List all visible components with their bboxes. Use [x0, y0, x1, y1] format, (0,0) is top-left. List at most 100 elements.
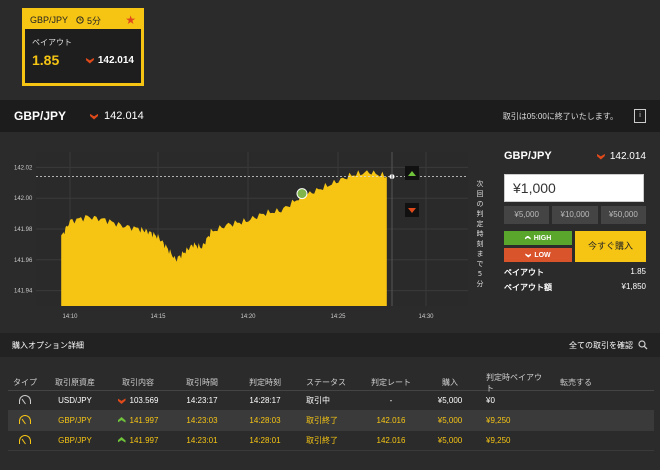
options-header: 購入オプション詳細 全ての取引を確認	[0, 333, 660, 357]
asset-pair-title: GBP/JPY	[14, 109, 67, 123]
row-status: 取引中	[306, 396, 330, 405]
row-payout: ¥9,250	[486, 436, 511, 445]
high-label: HIGH	[533, 234, 552, 242]
card-body: ペイアウト 1.85 142.014	[25, 29, 141, 68]
column-header: 転売する	[560, 378, 592, 387]
amount-input[interactable]: ¥1,000	[504, 174, 644, 202]
down-arrow-icon	[85, 57, 94, 64]
order-panel: GBP/JPY 142.014 ¥1,000 ¥5,000 ¥10,000 ¥5…	[504, 150, 646, 293]
column-header: 判定時刻	[249, 378, 281, 387]
quick-amount-button[interactable]: ¥50,000	[600, 206, 646, 224]
row-asset: GBP/JPY	[58, 436, 92, 445]
gauge-icon	[19, 395, 31, 404]
countdown-label-char: の	[477, 200, 484, 208]
column-header: 取引内容	[122, 378, 154, 387]
order-pair: GBP/JPY	[504, 150, 552, 162]
x-tick-label: 14:15	[150, 314, 166, 320]
column-header: 取引時間	[186, 378, 218, 387]
row-direction: 141.997	[108, 416, 168, 425]
info-doc-icon[interactable]: i	[634, 109, 646, 123]
row-time: 14:23:01	[186, 436, 218, 445]
card-payout-value: 1.85	[32, 52, 60, 68]
up-arrow-icon	[117, 437, 126, 443]
x-tick-label: 14:10	[62, 314, 78, 320]
row-expiry: 14:28:01	[249, 436, 281, 445]
high-button[interactable]: HIGH	[504, 231, 572, 245]
order-rate: 142.014	[596, 150, 646, 162]
column-header: 購入	[442, 378, 458, 387]
trading-screen: GBP/JPY 5分 ★ ペイアウト 1.85 142.014 GBP/JPY …	[0, 0, 660, 470]
column-header: 取引原資産	[55, 378, 95, 387]
row-direction: 103.569	[108, 396, 168, 405]
countdown-label-char: 刻	[477, 239, 484, 248]
options-title: 購入オプション詳細	[12, 340, 84, 350]
up-arrow-icon	[524, 235, 531, 240]
column-header: 判定レート	[371, 378, 411, 387]
row-close-rate: -	[389, 396, 393, 405]
gauge-icon	[19, 435, 31, 444]
card-duration-label: 5分	[87, 15, 102, 26]
row-direction: 141.997	[108, 436, 168, 445]
countdown-label-char: 回	[477, 190, 484, 198]
payout-amount-row: ペイアウト額 ¥1,850	[504, 282, 646, 293]
down-arrow-icon	[90, 113, 99, 120]
search-icon	[638, 340, 648, 350]
low-button[interactable]: LOW	[504, 248, 572, 262]
y-tick-label: 141.96	[14, 258, 33, 264]
column-header: タイプ	[13, 378, 37, 387]
quick-amount-button[interactable]: ¥10,000	[552, 206, 598, 224]
row-expiry: 14:28:03	[249, 416, 281, 425]
row-buy: ¥5,000	[437, 416, 463, 425]
card-pair: GBP/JPY	[30, 15, 69, 25]
star-icon[interactable]: ★	[125, 13, 136, 27]
down-arrow-icon	[525, 253, 532, 258]
trades-table: タイプ 取引原資産 取引内容 取引時間 判定時刻 ステータス 判定レート 購入 …	[8, 373, 654, 451]
row-payout: ¥0	[486, 396, 495, 405]
gauge-icon	[19, 415, 31, 424]
table-row[interactable]: GBP/JPY 141.997 14:23:03 14:28:03 取引終了 1…	[8, 411, 654, 431]
y-tick-label: 142.02	[14, 165, 33, 171]
countdown-label-char: 定	[477, 219, 484, 228]
countdown-label-char: 分	[477, 279, 484, 288]
card-rate: 142.014	[85, 55, 134, 66]
x-tick-label: 14:20	[240, 314, 256, 320]
countdown-label-char: 時	[477, 230, 484, 238]
table-row[interactable]: GBP/JPY 141.997 14:23:01 14:28:01 取引終了 1…	[8, 431, 654, 451]
view-all-trades-link[interactable]: 全ての取引を確認	[569, 340, 648, 351]
x-tick-label: 14:25	[330, 314, 346, 320]
row-close-rate: 142.016	[376, 416, 406, 425]
row-rate: 103.569	[129, 396, 159, 405]
asset-rate: 142.014	[90, 110, 144, 122]
payout-amount-label: ペイアウト額	[504, 283, 552, 292]
price-chart: 14:10 14:15 14:20 14:25 14:30 142.02 142.00 141…	[0, 144, 492, 322]
row-expiry: 14:28:17	[249, 396, 281, 405]
asset-header-bar: GBP/JPY 142.014 取引は05:00に終了いたします。 i	[0, 100, 660, 132]
countdown-label-char: ま	[477, 250, 484, 258]
trade-marker	[296, 188, 308, 200]
quick-amounts: ¥5,000 ¥10,000 ¥50,000	[504, 206, 646, 224]
down-arrow-icon	[596, 153, 605, 160]
view-all-trades-label: 全ての取引を確認	[569, 340, 633, 350]
payout-label: ペイアウト	[504, 268, 544, 277]
row-time: 14:23:17	[186, 396, 218, 405]
card-header: GBP/JPY 5分 ★	[25, 11, 141, 29]
table-row[interactable]: USD/JPY 103.569 14:23:17 14:28:17 取引中 - …	[8, 391, 654, 411]
row-buy: ¥5,000	[437, 436, 463, 445]
row-status: 取引終了	[306, 436, 338, 445]
row-payout: ¥9,250	[486, 416, 511, 425]
payout-row: ペイアウト 1.85	[504, 267, 646, 278]
order-rate-value: 142.014	[609, 150, 646, 162]
price-chart-svg: 14:10 14:15 14:20 14:25 14:30 142.02 142.00 141…	[14, 152, 484, 320]
y-tick-label: 142.00	[14, 196, 33, 202]
countdown-label-char: で	[477, 260, 484, 268]
column-header: ステータス	[306, 378, 346, 387]
payout-value: 1.85	[630, 267, 646, 276]
clock-icon	[76, 16, 84, 24]
asset-rate-value: 142.014	[104, 110, 144, 122]
favorite-asset-card[interactable]: GBP/JPY 5分 ★ ペイアウト 1.85 142.014	[22, 8, 144, 86]
up-arrow-icon	[117, 417, 126, 423]
quick-amount-button[interactable]: ¥5,000	[504, 206, 550, 224]
row-close-rate: 142.016	[376, 436, 406, 445]
payout-amount-value: ¥1,850	[621, 282, 646, 291]
buy-now-button[interactable]: 今すぐ購入	[575, 231, 646, 262]
